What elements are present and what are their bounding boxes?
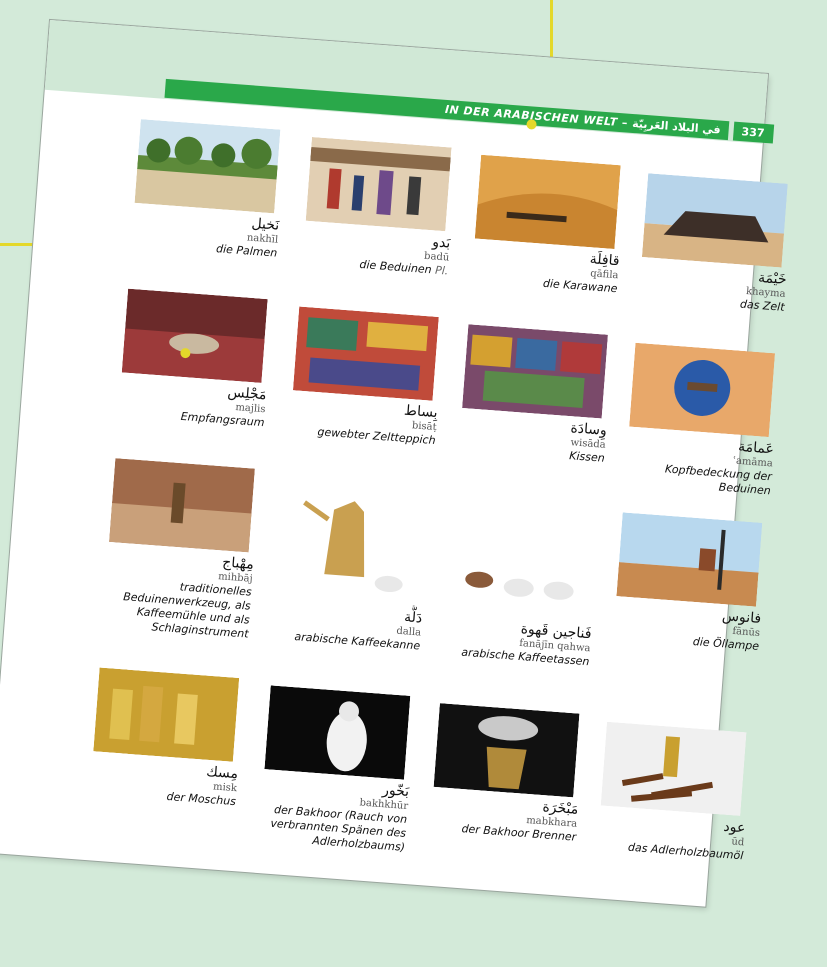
page-number: 337: [732, 121, 775, 144]
carpet-photo: [292, 306, 439, 401]
coffee-cups-photo: [446, 527, 593, 622]
bedouins-photo: [305, 136, 452, 232]
vocab-item-mabkhara: مَبْخَرَة mabkhara der Bakhoor Brenner: [430, 703, 589, 845]
vocab-item-coffee-cups: فَناجين قَهوة fanājīn qahwa arabische Ka…: [443, 527, 602, 670]
title-arabic: في البلاد العَربِيّة: [631, 116, 722, 137]
vocab-item-carpet: بِساط bisāṭ gewebter Zeltteppich: [289, 306, 448, 448]
plural-marker: Pl.: [434, 263, 449, 278]
turban-photo: [629, 342, 776, 438]
incense-photo: [264, 685, 411, 780]
vocab-item-musk: مِسك misk der Moschus: [90, 667, 249, 810]
majlis-photo: [121, 288, 268, 383]
musk-photo: [93, 667, 240, 762]
vocab-item-mihbaj: مِهْباج mihbāj traditionelles Beduinenwe…: [102, 458, 265, 642]
vocab-item-cushions: وِسادَة wisāda Kissen: [459, 324, 618, 466]
palm-trees-photo: [134, 119, 281, 214]
vocab-item-lantern: فانوس fānūs die Öllampe: [613, 512, 772, 654]
vocab-item-bedouins: بَدو badū die Beduinen Pl.: [302, 136, 461, 279]
oud-photo: [600, 721, 747, 816]
coffee-pot-photo: [277, 476, 427, 607]
vocab-item-palms: نَخيل nakhīl die Palmen: [131, 119, 290, 261]
lantern-photo: [616, 512, 763, 607]
tent-photo: [641, 173, 788, 268]
vocab-item-dalla: دَلَّة dalla arabische Kaffeekanne: [274, 476, 436, 654]
title-separator: –: [621, 116, 629, 130]
german-translation: traditionelles Beduinenwerkzeug, als Kaf…: [122, 580, 253, 641]
book-page: IN DER ARABISCHEN WELT – في البلاد العَر…: [0, 20, 788, 907]
vocab-item-tent: خَيْمَة khayma das Zelt: [638, 173, 797, 315]
vocab-item-caravan: قافِلَة qāfila die Karawane: [471, 154, 630, 297]
cushions-photo: [462, 324, 608, 419]
mortar-photo: [109, 458, 255, 553]
vocab-item-oud: عود ūd das Adlerholzbaumöl: [597, 721, 756, 864]
caravan-photo: [474, 154, 621, 249]
vocab-item-majlis: مَجْلِس majlis Empfangsraum: [118, 288, 277, 431]
burner-photo: [433, 703, 580, 798]
callout-marker-title: [526, 119, 537, 130]
vocab-item-bakhkhur: بَخّور bakhkhūr der Bakhoor (Rauch von v…: [259, 685, 420, 855]
vocab-item-turban: عَمامَة ʿamāma Kopfbedeckung der Beduine…: [625, 342, 785, 499]
